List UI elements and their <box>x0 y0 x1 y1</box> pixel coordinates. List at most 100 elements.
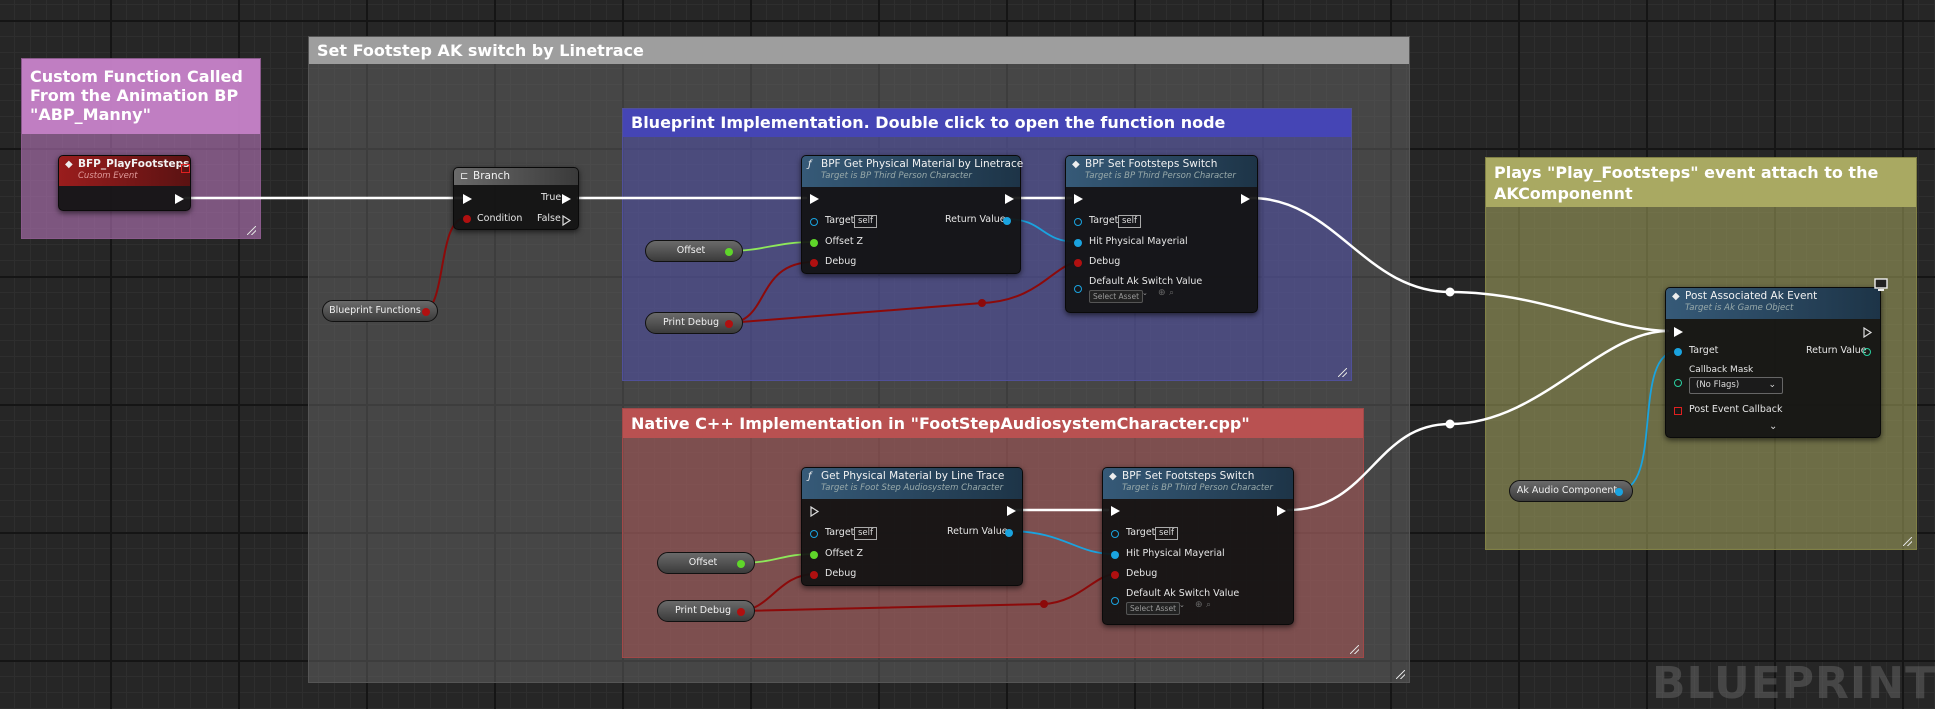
exec-out-pin[interactable] <box>1277 506 1286 516</box>
return-value-label: Return Value <box>947 526 1008 537</box>
exec-wire <box>1249 196 1670 333</box>
exec-in-pin[interactable] <box>810 194 819 204</box>
default-switch-pin[interactable] <box>1074 285 1082 293</box>
bp-set-footsteps-switch-node[interactable]: ◆ BPF Set Footsteps Switch Target is BP … <box>1065 155 1258 313</box>
bp-print-debug-variable[interactable]: Print Debug <box>645 312 743 334</box>
branch-node[interactable]: ⊏ Branch Condition True False <box>453 167 579 230</box>
offset-z-label: Offset Z <box>825 236 864 247</box>
select-asset-dropdown[interactable]: Select Asset <box>1126 602 1181 615</box>
float-out-pin[interactable] <box>737 560 745 568</box>
magnifier-icon[interactable]: ⌕ <box>1169 288 1174 298</box>
magnifier-icon[interactable]: ⌕ <box>1206 600 1211 610</box>
node-title: BPF Get Physical Material by Linetrace <box>821 158 1024 170</box>
target-label: Target <box>1689 345 1719 356</box>
debug-pin[interactable] <box>810 259 818 267</box>
native-offset-variable[interactable]: Offset <box>657 552 755 574</box>
self-value: self <box>854 527 878 540</box>
node-title: BPF Set Footsteps Switch <box>1122 470 1255 482</box>
offset-z-pin[interactable] <box>810 551 818 559</box>
exec-out-pin[interactable] <box>175 194 184 204</box>
event-icon: ◆ <box>65 159 73 170</box>
exec-in-pin[interactable] <box>1111 506 1120 516</box>
exec-out-pin[interactable] <box>1863 327 1873 338</box>
ak-audio-component-variable[interactable]: Ak Audio Component <box>1509 480 1633 502</box>
false-label: False <box>537 213 561 224</box>
bool-wire <box>420 217 467 313</box>
hit-material-pin[interactable] <box>1074 239 1082 247</box>
target-pin[interactable] <box>810 218 818 226</box>
return-value-pin[interactable] <box>1003 217 1011 225</box>
node-title: Branch <box>473 170 511 182</box>
target-label: Target <box>825 215 855 226</box>
variable-label: Print Debug <box>662 317 720 328</box>
exec-in-pin[interactable] <box>1674 327 1683 337</box>
node-header: ƒ BPF Get Physical Material by Linetrace… <box>802 156 1024 187</box>
exec-out-pin[interactable] <box>1005 194 1014 204</box>
node-title: Post Associated Ak Event <box>1685 290 1818 302</box>
chevron-down-icon[interactable]: ⌄ <box>1769 421 1777 432</box>
target-pin[interactable] <box>1111 530 1119 538</box>
return-value-pin[interactable] <box>1005 529 1013 537</box>
reroute-knot <box>1445 287 1455 297</box>
debug-pin[interactable] <box>1111 571 1119 579</box>
hit-material-label: Hit Physical Mayerial <box>1126 548 1225 559</box>
target-pin[interactable] <box>1074 218 1082 226</box>
callback-mask-dropdown[interactable]: (No Flags) ⌄ <box>1689 377 1783 394</box>
native-get-physical-material-node[interactable]: ƒ Get Physical Material by Line Trace Ta… <box>801 467 1023 586</box>
bool-out-pin[interactable] <box>737 608 745 616</box>
node-subtitle: Target is Foot Step Audiosystem Characte… <box>821 483 1004 493</box>
true-exec-pin[interactable] <box>562 194 571 204</box>
bool-out-pin[interactable] <box>725 320 733 328</box>
debug-pin[interactable] <box>1074 259 1082 267</box>
target-pin[interactable] <box>810 530 818 538</box>
node-header: ◆ BFP_PlayFootsteps Custom Event <box>59 156 190 186</box>
bool-out-pin[interactable] <box>422 308 430 316</box>
offset-z-pin[interactable] <box>810 239 818 247</box>
hit-material-pin[interactable] <box>1111 551 1119 559</box>
post-event-callback-pin[interactable] <box>1674 407 1682 415</box>
self-value: self <box>1118 215 1142 228</box>
object-wire <box>1006 530 1115 555</box>
node-subtitle: Target is BP Third Person Character <box>1085 171 1236 181</box>
bp-offset-variable[interactable]: Offset <box>645 240 743 262</box>
condition-pin[interactable] <box>463 215 471 223</box>
exec-in-pin[interactable] <box>810 506 820 517</box>
target-pin[interactable] <box>1674 348 1682 356</box>
default-switch-pin[interactable] <box>1111 597 1119 605</box>
node-title: Get Physical Material by Line Trace <box>821 470 1005 482</box>
target-label: Target <box>1126 527 1156 538</box>
bp-get-physical-material-node[interactable]: ƒ BPF Get Physical Material by Linetrace… <box>801 155 1024 274</box>
exec-in-pin[interactable] <box>463 194 472 204</box>
debug-label: Debug <box>1089 256 1121 267</box>
native-print-debug-variable[interactable]: Print Debug <box>657 600 755 622</box>
debug-pin[interactable] <box>810 571 818 579</box>
native-set-footsteps-switch-node[interactable]: ◆ BPF Set Footsteps Switch Target is BP … <box>1102 467 1294 625</box>
self-value: self <box>854 215 878 228</box>
node-header: ◆ Post Associated Ak Event Target is Ak … <box>1666 288 1880 319</box>
exec-in-pin[interactable] <box>1074 194 1083 204</box>
object-out-pin[interactable] <box>1615 488 1623 496</box>
exec-out-pin[interactable] <box>1241 194 1250 204</box>
event-node[interactable]: ◆ BFP_PlayFootsteps Custom Event <box>58 155 191 211</box>
delegate-pin[interactable] <box>181 164 190 173</box>
reroute-knot <box>1445 419 1455 429</box>
select-asset-dropdown[interactable]: Select Asset <box>1089 290 1144 303</box>
exec-out-pin[interactable] <box>1007 506 1016 516</box>
post-ak-event-node[interactable]: ◆ Post Associated Ak Event Target is Ak … <box>1665 278 1888 438</box>
hit-material-label: Hit Physical Mayerial <box>1089 236 1188 247</box>
return-value-pin[interactable] <box>1863 348 1871 356</box>
default-switch-label: Default Ak Switch Value <box>1126 588 1240 599</box>
chevron-down-icon: ⌄ <box>1179 601 1185 609</box>
monitor-icon <box>1874 278 1888 291</box>
node-subtitle: Custom Event <box>78 171 138 181</box>
float-out-pin[interactable] <box>725 248 733 256</box>
circle-plus-icon[interactable]: ⊕ <box>1158 288 1166 298</box>
variable-label: Offset <box>676 245 706 256</box>
callback-mask-pin[interactable] <box>1674 379 1682 387</box>
node-header: ƒ Get Physical Material by Line Trace Ta… <box>802 468 1022 499</box>
debug-label: Debug <box>1126 568 1158 579</box>
circle-plus-icon[interactable]: ⊕ <box>1195 600 1203 610</box>
blueprint-functions-variable[interactable]: Blueprint Functions <box>322 300 438 322</box>
callback-mask-label: Callback Mask <box>1689 365 1754 375</box>
target-label: Target <box>825 527 855 538</box>
